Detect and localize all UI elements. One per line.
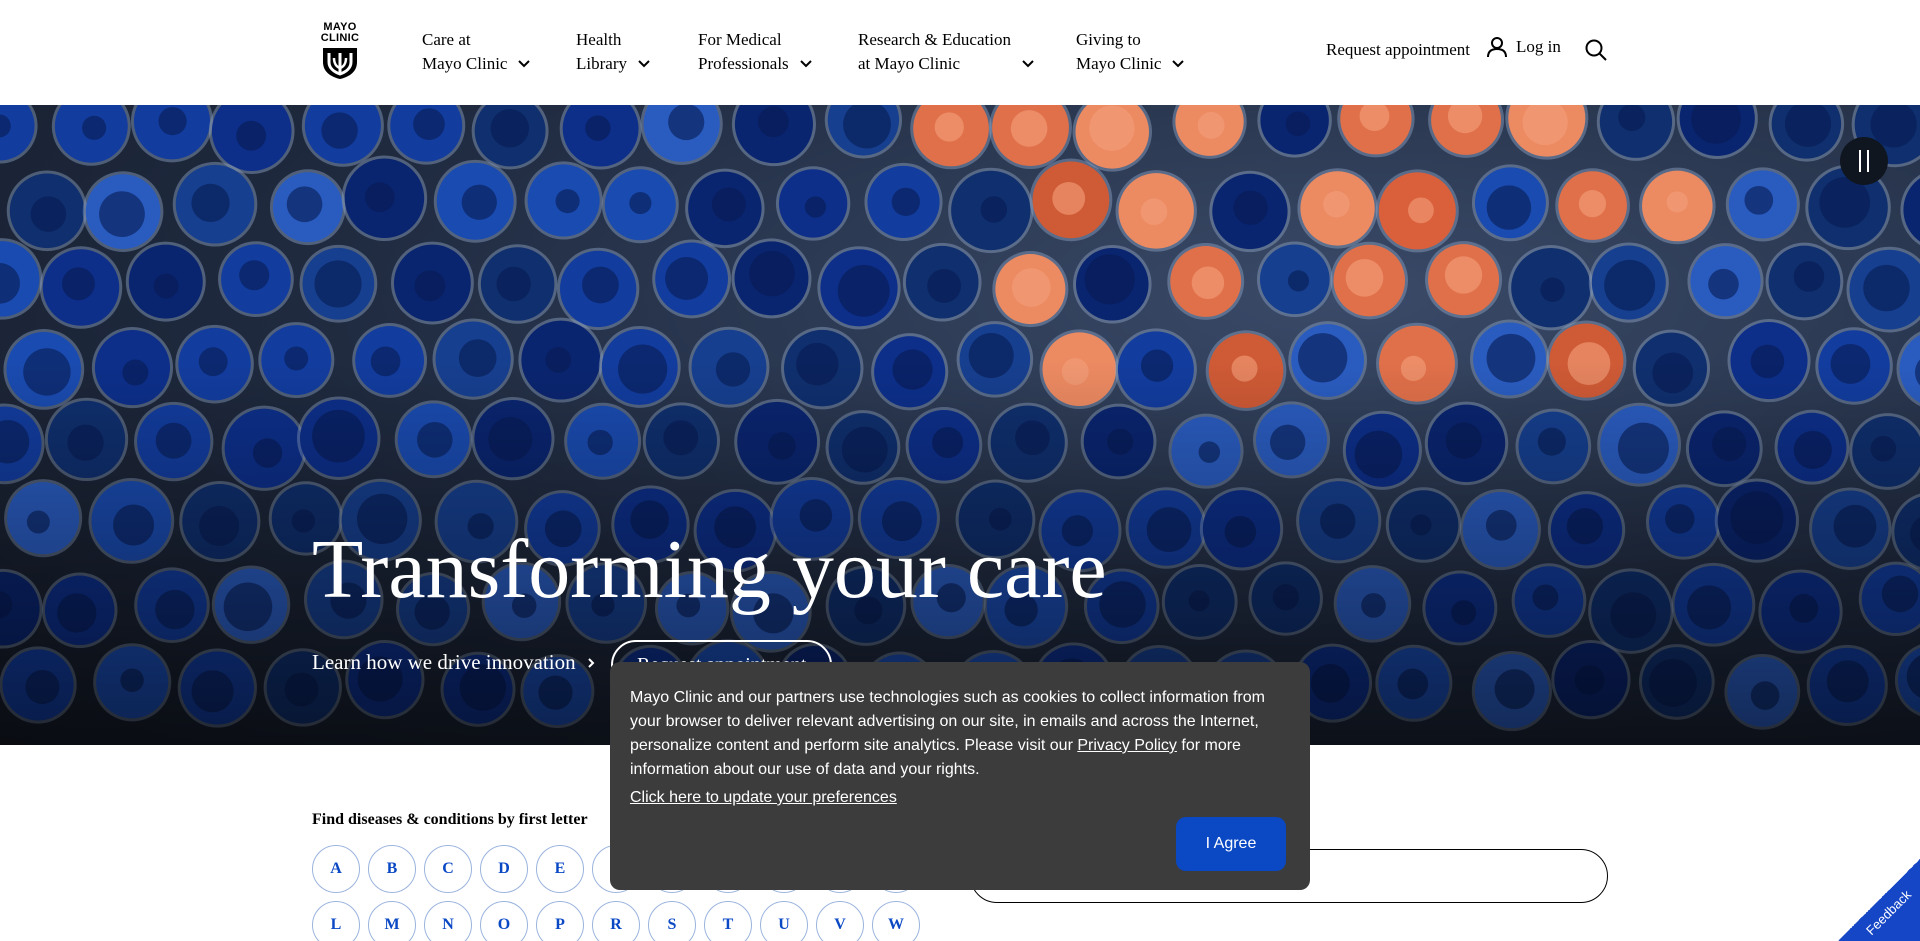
mayo-clinic-logo[interactable]: MAYO CLINIC [316, 22, 364, 82]
letter-button-p[interactable]: P [536, 901, 584, 941]
letter-button-e[interactable]: E [536, 845, 584, 893]
letter-button-v[interactable]: V [816, 901, 864, 941]
shield-icon [323, 48, 357, 79]
nav-label: Care at Mayo Clinic [422, 30, 508, 73]
letter-button-c[interactable]: C [424, 845, 472, 893]
letter-button-u[interactable]: U [760, 901, 808, 941]
letter-button-b[interactable]: B [368, 845, 416, 893]
feedback-tab[interactable]: Feedback [1838, 859, 1920, 941]
letter-button-w[interactable]: W [872, 901, 920, 941]
nav-research-education[interactable]: Research & Education at Mayo Clinic [858, 28, 1035, 76]
nav-label: For Medical Professionals [698, 30, 789, 73]
letter-button-l[interactable]: L [312, 901, 360, 941]
hero-banner: Transforming your care Learn how we driv… [0, 105, 1920, 745]
nav-label: Health Library [576, 30, 627, 73]
nav-care-at-mayo-clinic[interactable]: Care at Mayo Clinic [422, 28, 531, 76]
request-appointment-link[interactable]: Request appointment [1326, 38, 1470, 62]
chevron-down-icon [518, 60, 531, 68]
learn-innovation-label: Learn how we drive innovation [312, 650, 576, 674]
letter-button-t[interactable]: T [704, 901, 752, 941]
nav-label: Research & Education at Mayo Clinic [858, 30, 1011, 73]
letter-button-m[interactable]: M [368, 901, 416, 941]
pause-icon [1859, 150, 1861, 172]
logo-text-line2: CLINIC [320, 32, 360, 44]
learn-innovation-link[interactable]: Learn how we drive innovation [312, 650, 596, 675]
nav-label: Giving to Mayo Clinic [1076, 30, 1162, 73]
user-icon [1487, 37, 1507, 58]
i-agree-button[interactable]: I Agree [1176, 817, 1286, 871]
feedback-label: Feedback [1863, 887, 1915, 938]
chevron-down-icon [799, 60, 812, 68]
letter-button-a[interactable]: A [312, 845, 360, 893]
nav-health-library[interactable]: Health Library [576, 28, 651, 76]
hero-overlay [0, 105, 1920, 745]
cookie-text: Mayo Clinic and our partners use technol… [630, 686, 1280, 782]
search-icon [1585, 39, 1607, 61]
chevron-down-icon [1022, 60, 1034, 68]
letter-button-o[interactable]: O [480, 901, 528, 941]
login-link[interactable]: Log in [1486, 36, 1561, 58]
letter-button-d[interactable]: D [480, 845, 528, 893]
pause-video-button[interactable] [1840, 137, 1888, 185]
letter-button-n[interactable]: N [424, 901, 472, 941]
nav-for-medical-professionals[interactable]: For Medical Professionals [698, 28, 813, 76]
nav-giving-to-mayo-clinic[interactable]: Giving to Mayo Clinic [1076, 28, 1185, 76]
find-diseases-label: Find diseases & conditions by first lett… [312, 811, 588, 828]
site-header: MAYO CLINIC Care at Mayo Clinic Health L… [0, 0, 1920, 105]
cookie-consent-banner: Mayo Clinic and our partners use technol… [610, 662, 1310, 890]
update-preferences-link[interactable]: Click here to update your preferences [630, 786, 1290, 810]
chevron-down-icon [638, 60, 650, 68]
search-button[interactable] [1584, 38, 1608, 62]
privacy-policy-link[interactable]: Privacy Policy [1077, 737, 1177, 754]
letter-button-r[interactable]: R [592, 901, 640, 941]
chevron-down-icon [1172, 60, 1185, 68]
pause-icon [1867, 150, 1869, 172]
letter-button-s[interactable]: S [648, 901, 696, 941]
hero-title: Transforming your care [312, 523, 1107, 616]
chevron-right-icon [587, 657, 595, 668]
login-label: Log in [1516, 37, 1561, 56]
